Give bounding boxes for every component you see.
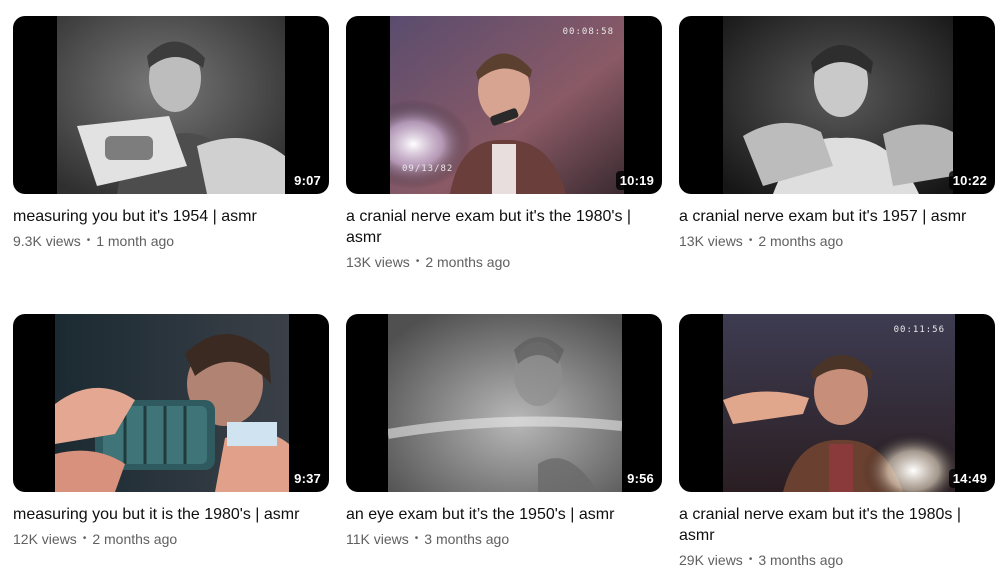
thumbnail-image: [723, 314, 955, 492]
video-metadata: 12K views • 2 months ago: [13, 529, 329, 549]
view-count: 29K views: [679, 552, 743, 568]
video-thumbnail[interactable]: 00:08:58 09/13/82 10:19: [346, 16, 662, 194]
video-duration: 9:56: [623, 469, 658, 488]
upload-age: 2 months ago: [758, 233, 844, 249]
video-duration: 10:19: [615, 171, 658, 190]
view-count: 13K views: [679, 233, 743, 249]
video-thumbnail[interactable]: 9:07: [13, 16, 329, 194]
video-title[interactable]: measuring you but it's 1954 | asmr: [13, 206, 313, 227]
thumbnail-image: [723, 16, 953, 194]
view-count: 13K views: [346, 254, 410, 270]
video-title[interactable]: a cranial nerve exam but it's the 1980's…: [346, 206, 646, 248]
thumbnail-image: [388, 314, 622, 492]
video-duration: 9:07: [290, 171, 325, 190]
separator-dot: •: [82, 533, 87, 544]
timecode-overlay: 00:11:56: [893, 325, 945, 335]
date-overlay: 09/13/82: [402, 164, 454, 174]
video-title[interactable]: a cranial nerve exam but it's 1957 | asm…: [679, 206, 979, 227]
video-duration: 9:37: [290, 469, 325, 488]
view-count: 11K views: [346, 531, 409, 547]
video-thumbnail[interactable]: 10:22: [679, 16, 995, 194]
video-card[interactable]: 9:56 an eye exam but it’s the 1950's | a…: [346, 314, 662, 574]
video-card[interactable]: 00:08:58 09/13/82 10:19 a cranial nerve …: [346, 16, 662, 314]
upload-age: 2 months ago: [425, 254, 511, 270]
upload-age: 3 months ago: [424, 531, 510, 547]
video-metadata: 29K views • 3 months ago: [679, 550, 995, 570]
separator-dot: •: [86, 235, 91, 246]
upload-age: 1 month ago: [96, 233, 175, 249]
view-count: 12K views: [13, 531, 77, 547]
video-metadata: 9.3K views • 1 month ago: [13, 231, 329, 251]
video-title[interactable]: an eye exam but it’s the 1950's | asmr: [346, 504, 646, 525]
separator-dot: •: [748, 554, 753, 565]
video-card[interactable]: 00:11:56 14:49 a cranial nerve exam but …: [679, 314, 995, 574]
video-metadata: 11K views • 3 months ago: [346, 529, 662, 549]
timecode-overlay: 00:08:58: [562, 27, 614, 37]
thumbnail-image: [57, 16, 285, 194]
video-thumbnail[interactable]: 00:11:56 14:49: [679, 314, 995, 492]
separator-dot: •: [414, 533, 419, 544]
separator-dot: •: [415, 256, 420, 267]
video-card[interactable]: 9:37 measuring you but it is the 1980's …: [13, 314, 329, 574]
video-card[interactable]: 9:07 measuring you but it's 1954 | asmr …: [13, 16, 329, 314]
separator-dot: •: [748, 235, 753, 246]
video-thumbnail[interactable]: 9:37: [13, 314, 329, 492]
upload-age: 3 months ago: [758, 552, 844, 568]
video-metadata: 13K views • 2 months ago: [346, 252, 662, 272]
video-thumbnail[interactable]: 9:56: [346, 314, 662, 492]
video-title[interactable]: measuring you but it is the 1980's | asm…: [13, 504, 313, 525]
video-metadata: 13K views • 2 months ago: [679, 231, 995, 251]
video-card[interactable]: 10:22 a cranial nerve exam but it's 1957…: [679, 16, 995, 314]
thumbnail-image: [55, 314, 289, 492]
video-title[interactable]: a cranial nerve exam but it's the 1980s …: [679, 504, 979, 546]
video-grid: 9:07 measuring you but it's 1954 | asmr …: [13, 16, 995, 574]
video-duration: 10:22: [948, 171, 991, 190]
view-count: 9.3K views: [13, 233, 81, 249]
video-duration: 14:49: [948, 469, 991, 488]
upload-age: 2 months ago: [92, 531, 178, 547]
